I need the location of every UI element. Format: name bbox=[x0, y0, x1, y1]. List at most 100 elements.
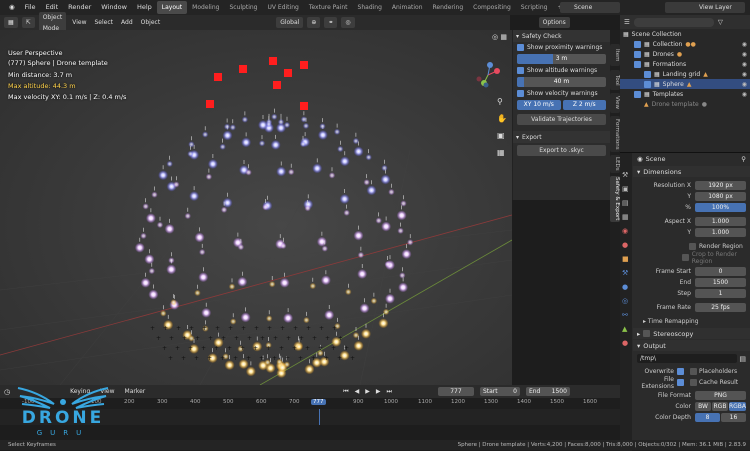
drone-light[interactable] bbox=[262, 204, 269, 211]
drone-light[interactable] bbox=[145, 213, 156, 224]
drone-light[interactable] bbox=[223, 123, 231, 130]
drone-light[interactable] bbox=[277, 118, 285, 126]
drone-light[interactable] bbox=[277, 362, 288, 373]
zoom-icon[interactable]: ⚲ bbox=[497, 97, 503, 106]
file-format-dropdown[interactable]: PNG bbox=[695, 391, 746, 400]
tab-modeling[interactable]: Modeling bbox=[187, 1, 224, 14]
drone-light[interactable] bbox=[194, 289, 201, 297]
collection-checkbox[interactable] bbox=[634, 40, 641, 48]
proximity-field[interactable]: 3 m bbox=[517, 54, 606, 64]
overlay-toggle-icons[interactable]: ◎ ▦ bbox=[492, 33, 507, 41]
tab-formations[interactable]: Formations bbox=[610, 116, 620, 152]
drone-light[interactable] bbox=[228, 283, 236, 290]
camera-icon[interactable]: ▣ bbox=[497, 131, 505, 140]
current-frame-field[interactable]: 777 bbox=[437, 387, 474, 396]
modifier-props-icon[interactable]: ⚒ bbox=[622, 269, 628, 277]
drone-light[interactable] bbox=[316, 236, 327, 247]
drone-light[interactable] bbox=[280, 242, 287, 250]
safety-check-header[interactable]: ▾ Safety Check bbox=[513, 30, 610, 42]
drone-light[interactable] bbox=[166, 264, 177, 275]
color-depth-8-button[interactable]: 8 bbox=[695, 413, 720, 422]
play-icon[interactable]: ▶ bbox=[365, 388, 370, 395]
outliner-row-scene-collection[interactable]: ▦ Scene Collection bbox=[620, 29, 750, 39]
material-props-icon[interactable]: ● bbox=[622, 339, 628, 347]
drone-light[interactable] bbox=[397, 227, 404, 234]
drone-light[interactable] bbox=[230, 318, 237, 325]
menu-add[interactable]: Add bbox=[119, 19, 135, 26]
drone-light[interactable] bbox=[202, 131, 209, 138]
aspect-x-field[interactable]: 1.000 bbox=[695, 217, 746, 226]
drone-light[interactable] bbox=[142, 203, 149, 210]
output-path-field[interactable]: /tmp\ bbox=[637, 354, 738, 363]
outliner-search-field[interactable] bbox=[633, 17, 714, 27]
drone-light[interactable] bbox=[400, 200, 407, 207]
drone-light[interactable] bbox=[164, 223, 175, 234]
drone-light[interactable] bbox=[258, 140, 266, 147]
drone-light[interactable] bbox=[166, 160, 173, 168]
drone-light[interactable] bbox=[188, 141, 195, 148]
frame-start-field[interactable]: 0 bbox=[695, 267, 746, 276]
select-mode-icon[interactable]: ⇱ bbox=[21, 17, 35, 28]
drone-light[interactable] bbox=[399, 272, 406, 279]
landing-grid-checkbox[interactable] bbox=[644, 70, 651, 78]
drone-light[interactable] bbox=[148, 289, 159, 300]
drone-light[interactable] bbox=[385, 293, 395, 304]
resolution-percent-field[interactable]: 100% bbox=[695, 203, 746, 212]
crop-region-checkbox[interactable] bbox=[681, 254, 689, 261]
drone-light[interactable] bbox=[198, 272, 209, 283]
drone-light[interactable] bbox=[245, 169, 252, 176]
drone-light[interactable] bbox=[140, 232, 147, 240]
stereoscopy-header[interactable]: ▸ Stereoscopy bbox=[633, 328, 750, 339]
pivot-icon[interactable]: ⊕ bbox=[307, 17, 321, 28]
outliner-row-drone-template[interactable]: ▲ Drone template ● bbox=[620, 99, 750, 109]
drone-light[interactable] bbox=[241, 137, 252, 148]
formations-checkbox[interactable] bbox=[634, 60, 641, 68]
editor-type-icon[interactable]: ▦ bbox=[4, 17, 18, 28]
velocity-xy-field[interactable]: XY 10 m/s bbox=[517, 100, 561, 110]
drone-light[interactable] bbox=[134, 242, 145, 253]
drone-light[interactable] bbox=[357, 251, 365, 259]
drone-light[interactable] bbox=[279, 277, 290, 288]
drone-light[interactable] bbox=[140, 277, 151, 288]
drone-light[interactable] bbox=[229, 124, 236, 131]
visibility-eye-icon[interactable]: ◉ bbox=[742, 61, 747, 68]
drone-light[interactable] bbox=[321, 245, 328, 252]
drone-light[interactable] bbox=[187, 150, 194, 158]
drone-light[interactable] bbox=[265, 121, 272, 128]
drone-light[interactable] bbox=[144, 254, 155, 265]
perspective-toggle-icon[interactable]: ▦ bbox=[497, 148, 505, 157]
drone-light[interactable] bbox=[319, 123, 326, 130]
color-bw-button[interactable]: BW bbox=[695, 402, 711, 411]
drone-light[interactable] bbox=[158, 170, 169, 181]
aspect-y-field[interactable]: 1.000 bbox=[695, 228, 746, 237]
start-frame-field[interactable]: Start 0 bbox=[479, 387, 520, 396]
menu-file[interactable]: File bbox=[20, 0, 41, 15]
drone-light[interactable] bbox=[299, 140, 307, 148]
drone-light[interactable] bbox=[199, 248, 206, 256]
outliner-row-formations[interactable]: ▦ Formations ◉ bbox=[620, 59, 750, 69]
placeholders-checkbox[interactable] bbox=[690, 368, 697, 375]
visibility-eye-icon[interactable]: ◉ bbox=[742, 41, 747, 48]
templates-checkbox[interactable] bbox=[634, 90, 641, 98]
render-region-checkbox[interactable] bbox=[689, 243, 696, 250]
cache-result-checkbox[interactable] bbox=[690, 379, 697, 386]
drone-light[interactable] bbox=[353, 340, 364, 351]
drone-light[interactable] bbox=[269, 281, 276, 288]
altitude-checkbox-row[interactable]: Show altitude warnings bbox=[513, 65, 610, 76]
drone-light[interactable] bbox=[241, 116, 249, 123]
drone-light[interactable] bbox=[357, 269, 368, 279]
outliner-editor-icon[interactable]: ☰ bbox=[624, 18, 630, 26]
tab-layout[interactable]: Layout bbox=[156, 1, 188, 14]
marker-menu[interactable]: Marker bbox=[123, 388, 148, 395]
end-frame-field[interactable]: End 1500 bbox=[525, 387, 570, 396]
drone-light[interactable] bbox=[302, 122, 310, 130]
frame-rate-dropdown[interactable]: 25 fps bbox=[695, 303, 746, 312]
drone-light[interactable] bbox=[353, 146, 364, 157]
tab-shading[interactable]: Shading bbox=[353, 1, 387, 14]
world-props-icon[interactable]: ● bbox=[622, 241, 628, 249]
drone-light[interactable] bbox=[333, 128, 341, 135]
pin-icon[interactable]: ⚲ bbox=[741, 155, 746, 163]
drone-light[interactable] bbox=[352, 332, 360, 339]
drone-light[interactable] bbox=[237, 243, 245, 251]
validate-trajectories-button[interactable]: Validate Trajectories bbox=[517, 114, 606, 125]
